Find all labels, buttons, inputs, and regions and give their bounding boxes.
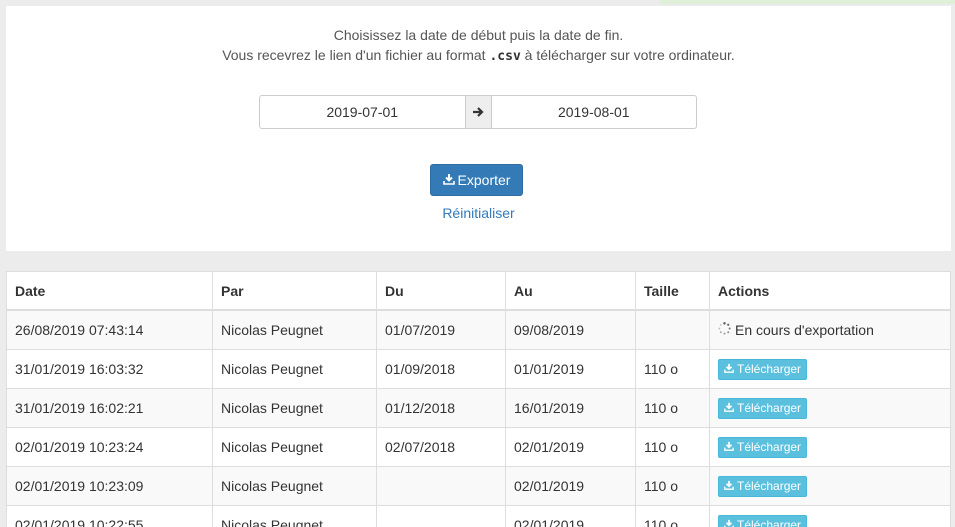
cell-actions: Télécharger [709,505,951,527]
col-header-by[interactable]: Par [212,271,377,311]
cell-to: 01/01/2019 [505,349,636,389]
table-row: 26/08/2019 07:43:14 Nicolas Peugnet 01/0… [6,309,951,350]
cell-from: 01/07/2019 [376,309,506,350]
cell-size: 110 o [635,427,710,467]
cell-size: 110 o [635,388,710,428]
cell-by: Nicolas Peugnet [212,309,377,350]
table-row: 31/01/2019 16:03:32 Nicolas Peugnet 01/0… [6,349,951,389]
cell-from [376,466,506,506]
exports-table-container: Date Par Du Au Taille Actions 26/08/2019… [6,271,951,527]
cell-actions: Télécharger [709,388,951,428]
cell-by: Nicolas Peugnet [212,427,377,467]
cell-to: 02/01/2019 [505,427,636,467]
cell-date: 02/01/2019 10:23:09 [6,466,213,506]
cell-size: 110 o [635,349,710,389]
cell-size [635,309,710,350]
table-header-row: Date Par Du Au Taille Actions [6,271,951,311]
top-status-bar [660,0,955,4]
cell-size: 110 o [635,505,710,527]
reset-link[interactable]: Réinitialiser [6,205,951,221]
download-button[interactable]: Télécharger [718,436,808,458]
table-row: 31/01/2019 16:02:21 Nicolas Peugnet 01/1… [6,388,951,428]
instruction-line-1: Choisissez la date de début puis la date… [333,27,624,43]
download-button-label: Télécharger [737,401,802,415]
download-button[interactable]: Télécharger [718,475,808,497]
cell-actions: Télécharger [709,349,951,389]
cell-to: 02/01/2019 [505,466,636,506]
cell-by: Nicolas Peugnet [212,466,377,506]
table-row: 02/01/2019 10:22:55 Nicolas Peugnet 02/0… [6,505,951,527]
end-date-input[interactable]: 2019-08-01 [492,96,697,128]
cell-size: 110 o [635,466,710,506]
cell-date: 31/01/2019 16:03:32 [6,349,213,389]
instruction-format: .csv [489,49,521,64]
cell-from: 02/07/2018 [376,427,506,467]
export-button[interactable]: Exporter [430,164,523,196]
export-panel: Choisissez la date de début puis la date… [6,6,951,251]
spinner-icon [718,322,731,338]
exports-table: Date Par Du Au Taille Actions 26/08/2019… [6,271,951,527]
export-status: En cours d'exportation [718,322,874,338]
cell-by: Nicolas Peugnet [212,388,377,428]
cell-from: 01/12/2018 [376,388,506,428]
cell-to: 16/01/2019 [505,388,636,428]
table-row: 02/01/2019 10:23:09 Nicolas Peugnet 02/0… [6,466,951,506]
col-header-from[interactable]: Du [376,271,506,311]
start-date-input[interactable]: 2019-07-01 [260,96,465,128]
cell-date: 02/01/2019 10:23:24 [6,427,213,467]
cell-date: 26/08/2019 07:43:14 [6,309,213,350]
cell-to: 02/01/2019 [505,505,636,527]
download-button-label: Télécharger [737,362,802,376]
download-icon [724,401,734,415]
download-icon [442,172,455,188]
download-icon [724,362,734,376]
cell-from [376,505,506,527]
download-button-label: Télécharger [737,479,802,493]
cell-actions: Télécharger [709,466,951,506]
export-instructions: Choisissez la date de début puis la date… [6,25,951,67]
download-button-label: Télécharger [737,518,802,527]
cell-date: 31/01/2019 16:02:21 [6,388,213,428]
cell-actions: Télécharger [709,427,951,467]
export-button-label: Exporter [457,172,511,188]
col-header-size[interactable]: Taille [635,271,710,311]
cell-date: 02/01/2019 10:22:55 [6,505,213,527]
download-button[interactable]: Télécharger [718,514,808,527]
col-header-date[interactable]: Date [6,271,213,311]
table-row: 02/01/2019 10:23:24 Nicolas Peugnet 02/0… [6,427,951,467]
download-icon [724,440,734,454]
download-button-label: Télécharger [737,440,802,454]
cell-by: Nicolas Peugnet [212,349,377,389]
col-header-actions: Actions [709,271,951,311]
instruction-pre: Vous recevrez le lien d'un fichier au fo… [222,47,490,63]
cell-to: 09/08/2019 [505,309,636,350]
arrow-right-icon [464,96,492,128]
download-button[interactable]: Télécharger [718,358,808,380]
cell-from: 01/09/2018 [376,349,506,389]
cell-actions: En cours d'exportation [709,309,951,350]
download-icon [724,518,734,527]
export-status-label: En cours d'exportation [735,322,874,338]
instruction-line-2: Vous recevrez le lien d'un fichier au fo… [6,45,951,67]
col-header-to[interactable]: Au [505,271,636,311]
instruction-post: à télécharger sur votre ordinateur. [520,47,735,63]
download-button[interactable]: Télécharger [718,397,808,419]
download-icon [724,479,734,493]
date-range-picker: 2019-07-01 2019-08-01 [259,95,697,129]
cell-by: Nicolas Peugnet [212,505,377,527]
